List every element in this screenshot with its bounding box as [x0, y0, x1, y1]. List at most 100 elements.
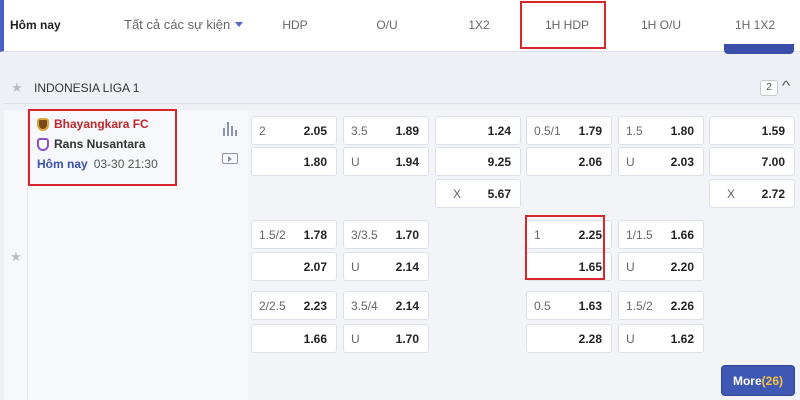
odd-value: 2.20: [670, 260, 694, 274]
column-hdp[interactable]: HDP: [260, 18, 330, 32]
odds-cell-1h-ou-over[interactable]: 1.5 1.80: [618, 116, 704, 145]
odd-value: 1.79: [578, 124, 602, 138]
handicap: 3.5: [351, 124, 368, 138]
handicap: 1.5: [626, 124, 643, 138]
odd-value: 1.66: [303, 332, 327, 346]
league-name: INDONESIA LIGA 1: [34, 81, 140, 95]
favorite-star-icon[interactable]: ★: [10, 249, 22, 265]
highlight-match-info: [28, 109, 177, 186]
odd-value: 1.66: [670, 228, 694, 242]
odds-cell-alt1-1h-ou-over[interactable]: 1/1.5 1.66: [618, 220, 704, 249]
odd-value: 2.26: [670, 299, 694, 313]
column-1h-ou[interactable]: 1H O/U: [626, 18, 696, 32]
handicap: U: [351, 155, 360, 169]
odds-cell-1h-hdp-home[interactable]: 0.5/1 1.79: [526, 116, 612, 145]
handicap: 0.5: [534, 299, 551, 313]
stats-chart-icon[interactable]: [223, 122, 237, 136]
handicap: 1.5/2: [259, 228, 286, 242]
odd-value: 1.70: [395, 228, 419, 242]
odd-value: 2.05: [303, 124, 327, 138]
odd-value: 2.03: [670, 155, 694, 169]
odds-cell-alt1-ou-under[interactable]: U 2.14: [343, 252, 429, 281]
odds-cell-1h-1x2-home[interactable]: 1.59: [709, 116, 795, 145]
odd-value: 5.67: [487, 187, 511, 201]
odds-cell-ou-over[interactable]: 3.5 1.89: [343, 116, 429, 145]
odds-cell-1x2-away[interactable]: 9.25: [435, 147, 521, 176]
odd-value: 1.89: [395, 124, 419, 138]
handicap: U: [626, 260, 635, 274]
odds-cell-alt2-1h-ou-under[interactable]: U 1.62: [618, 324, 704, 353]
odd-value: 1.24: [487, 124, 511, 138]
event-filter-label: Tất cả các sự kiện: [124, 17, 231, 32]
handicap: 1/1.5: [626, 228, 653, 242]
handicap: 2: [259, 124, 266, 138]
odds-cell-alt1-hdp-home[interactable]: 1.5/2 1.78: [251, 220, 337, 249]
odds-cell-1x2-home[interactable]: 1.24: [435, 116, 521, 145]
column-1x2[interactable]: 1X2: [444, 18, 514, 32]
odd-value: 2.23: [303, 299, 327, 313]
odd-value: 1.80: [670, 124, 694, 138]
odd-value: 1.78: [303, 228, 327, 242]
handicap: U: [351, 260, 360, 274]
handicap: U: [351, 332, 360, 346]
event-filter-dropdown[interactable]: Tất cả các sự kiện: [124, 17, 244, 32]
highlight-1h-hdp-odds: [525, 215, 605, 280]
odds-cell-1x2-draw[interactable]: X 5.67: [435, 179, 521, 208]
caret-down-icon: [235, 22, 244, 27]
odds-cell-alt1-hdp-away[interactable]: 2.07: [251, 252, 337, 281]
handicap: 0.5/1: [534, 124, 561, 138]
scroll-handle[interactable]: [724, 44, 794, 54]
handicap: 2/2.5: [259, 299, 286, 313]
odds-cell-alt2-ou-over[interactable]: 3.5/4 2.14: [343, 291, 429, 320]
more-label: More: [732, 374, 762, 388]
highlight-1h-hdp-header: [520, 1, 606, 49]
handicap: X: [453, 187, 462, 201]
odds-cell-alt1-1h-ou-under[interactable]: U 2.20: [618, 252, 704, 281]
handicap: 3.5/4: [351, 299, 378, 313]
odd-value: 1.59: [761, 124, 785, 138]
odd-value: 2.14: [395, 260, 419, 274]
odd-value: 1.80: [303, 155, 327, 169]
odd-value: 9.25: [487, 155, 511, 169]
handicap: 1.5/2: [626, 299, 653, 313]
chevron-up-icon[interactable]: ^: [782, 78, 791, 93]
handicap: X: [727, 187, 736, 201]
odds-cell-1h-hdp-away[interactable]: 2.06: [526, 147, 612, 176]
league-row[interactable]: ★ INDONESIA LIGA 1 2 ^: [4, 72, 800, 104]
odd-value: 1.94: [395, 155, 419, 169]
league-match-count: 2: [760, 80, 778, 96]
odds-cell-1h-1x2-draw[interactable]: X 2.72: [709, 179, 795, 208]
handicap: 3/3.5: [351, 228, 378, 242]
odds-cell-alt2-ou-under[interactable]: U 1.70: [343, 324, 429, 353]
handicap: U: [626, 332, 635, 346]
odds-cell-alt2-1h-hdp-home[interactable]: 0.5 1.63: [526, 291, 612, 320]
odds-cell-alt2-1h-hdp-away[interactable]: 2.28: [526, 324, 612, 353]
odd-value: 2.14: [395, 299, 419, 313]
odds-cell-hdp-away[interactable]: 1.80: [251, 147, 337, 176]
handicap: U: [626, 155, 635, 169]
header-bar: Hôm nay Tất cả các sự kiện HDP O/U 1X2 1…: [0, 0, 800, 52]
odd-value: 1.63: [578, 299, 602, 313]
odds-cell-1h-1x2-away[interactable]: 7.00: [709, 147, 795, 176]
column-ou[interactable]: O/U: [352, 18, 422, 32]
odds-cell-alt2-hdp-home[interactable]: 2/2.5 2.23: [251, 291, 337, 320]
live-tv-icon[interactable]: [222, 153, 238, 164]
more-markets-button[interactable]: More(26): [721, 365, 795, 396]
odd-value: 1.62: [670, 332, 694, 346]
odd-value: 1.70: [395, 332, 419, 346]
odds-cell-alt2-1h-ou-over[interactable]: 1.5/2 2.26: [618, 291, 704, 320]
odd-value: 7.00: [761, 155, 785, 169]
column-1h-1x2[interactable]: 1H 1X2: [720, 18, 790, 32]
odds-cell-1h-ou-under[interactable]: U 2.03: [618, 147, 704, 176]
odds-cell-ou-under[interactable]: U 1.94: [343, 147, 429, 176]
today-label[interactable]: Hôm nay: [10, 18, 61, 32]
odd-value: 2.28: [578, 332, 602, 346]
odds-cell-alt1-ou-over[interactable]: 3/3.5 1.70: [343, 220, 429, 249]
odd-value: 2.07: [303, 260, 327, 274]
odds-cell-hdp-home[interactable]: 2 2.05: [251, 116, 337, 145]
more-count: (26): [761, 374, 783, 388]
star-icon[interactable]: ★: [11, 80, 23, 96]
odds-cell-alt2-hdp-away[interactable]: 1.66: [251, 324, 337, 353]
odd-value: 2.06: [578, 155, 602, 169]
odd-value: 2.72: [761, 187, 785, 201]
